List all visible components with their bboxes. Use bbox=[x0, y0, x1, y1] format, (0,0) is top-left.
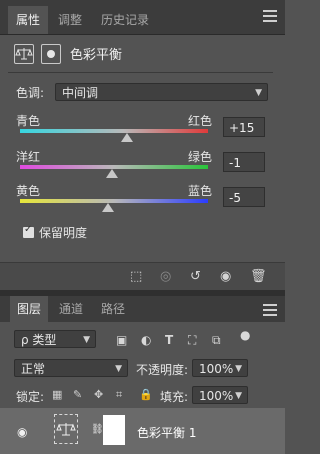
chevron-down-icon: ▼ bbox=[235, 391, 242, 401]
layer-row[interactable]: ◉ ⛓ 色彩平衡 1 bbox=[0, 408, 285, 454]
tone-value: 中间调 bbox=[62, 86, 99, 100]
slider-magenta-label: 洋红 bbox=[16, 150, 41, 164]
filter-pixel-icon[interactable]: ▣ bbox=[116, 333, 127, 347]
chevron-down-icon: ▼ bbox=[255, 88, 262, 98]
filter-smart-object-icon[interactable]: ⧉ bbox=[212, 333, 221, 348]
chevron-down-icon: ▼ bbox=[235, 364, 242, 374]
filter-adjustment-icon[interactable]: ◐ bbox=[141, 333, 151, 347]
opacity-label: 不透明度: bbox=[136, 363, 189, 377]
link-icon[interactable]: ⛓ bbox=[91, 424, 104, 435]
lock-label: 锁定: bbox=[16, 390, 45, 404]
properties-toolbar: ⬚ ◎ ↺ ◉ 🗑 bbox=[0, 262, 285, 291]
cyan-red-slider-track[interactable] bbox=[20, 129, 208, 133]
cyan-red-slider-thumb[interactable] bbox=[121, 133, 133, 142]
tone-select[interactable]: 中间调 ▼ bbox=[55, 83, 268, 101]
slider-red-label: 红色 bbox=[188, 114, 213, 128]
tab-channels[interactable]: 通道 bbox=[59, 296, 83, 322]
fill-value: 100% bbox=[199, 389, 234, 403]
blend-mode-value: 正常 bbox=[21, 362, 46, 376]
layer-mask-icon[interactable] bbox=[41, 44, 61, 64]
filter-shape-icon[interactable]: ⛶ bbox=[188, 333, 196, 348]
tab-paths[interactable]: 路径 bbox=[101, 296, 125, 322]
eye-icon[interactable]: ◉ bbox=[17, 425, 27, 439]
filter-type-icon[interactable]: T bbox=[165, 333, 173, 347]
clip-to-layer-icon[interactable]: ⬚ bbox=[130, 269, 142, 284]
tone-label: 色调: bbox=[16, 86, 45, 100]
chevron-down-icon: ▼ bbox=[115, 364, 122, 374]
layers-tab-bar: 图层 通道 路径 bbox=[0, 296, 285, 322]
chevron-down-icon: ▼ bbox=[83, 335, 90, 345]
cyan-red-value-input[interactable]: +15 bbox=[223, 117, 265, 137]
lock-image-pixels-icon[interactable]: ✎ bbox=[73, 388, 82, 401]
magenta-green-value-input[interactable]: -1 bbox=[223, 152, 265, 172]
fill-input[interactable]: 100% ▼ bbox=[192, 386, 248, 404]
opacity-input[interactable]: 100% ▼ bbox=[192, 359, 248, 377]
tab-layers[interactable]: 图层 bbox=[10, 296, 49, 322]
tab-adjustments[interactable]: 调整 bbox=[58, 6, 82, 34]
slider-blue-label: 蓝色 bbox=[188, 184, 213, 198]
opacity-value: 100% bbox=[199, 362, 234, 376]
layers-panel-menu-icon[interactable] bbox=[263, 304, 277, 319]
visibility-eye-icon[interactable]: ◉ bbox=[220, 269, 231, 284]
layer-filter-select[interactable]: ρ 类型 ▼ bbox=[14, 330, 96, 348]
divider bbox=[8, 72, 273, 73]
trash-icon[interactable]: 🗑 bbox=[250, 269, 267, 284]
tab-properties[interactable]: 属性 bbox=[8, 6, 49, 34]
slider-yellow-label: 黄色 bbox=[16, 184, 41, 198]
lock-position-icon[interactable]: ✥ bbox=[94, 388, 103, 401]
yellow-blue-value-input[interactable]: -5 bbox=[223, 187, 265, 207]
magenta-green-slider-thumb[interactable] bbox=[106, 169, 118, 178]
slider-green-label: 绿色 bbox=[188, 150, 213, 164]
adjustment-title: 色彩平衡 bbox=[70, 48, 123, 63]
properties-tab-bar: 属性 调整 历史记录 bbox=[0, 0, 285, 35]
blend-mode-select[interactable]: 正常 ▼ bbox=[14, 359, 128, 377]
yellow-blue-slider-thumb[interactable] bbox=[102, 203, 114, 212]
preserve-luminosity-label: 保留明度 bbox=[39, 226, 88, 240]
reset-icon[interactable]: ↺ bbox=[190, 269, 201, 284]
preserve-luminosity-checkbox[interactable] bbox=[23, 224, 34, 238]
view-previous-state-icon[interactable]: ◎ bbox=[160, 269, 171, 284]
slider-cyan-label: 青色 bbox=[16, 114, 41, 128]
yellow-blue-slider-track[interactable] bbox=[20, 199, 208, 203]
fill-label: 填充: bbox=[160, 390, 189, 404]
layer-name[interactable]: 色彩平衡 1 bbox=[137, 424, 196, 441]
adjustment-thumbnail[interactable] bbox=[54, 414, 78, 444]
color-balance-scale-icon bbox=[14, 44, 34, 64]
lock-artboard-icon[interactable]: ⌗ bbox=[116, 388, 122, 402]
filter-toggle-icon[interactable]: ● bbox=[240, 328, 250, 342]
lock-transparent-pixels-icon[interactable]: ▦ bbox=[52, 388, 62, 401]
layer-filter-value: ρ 类型 bbox=[21, 333, 57, 347]
panel-menu-icon[interactable] bbox=[263, 10, 277, 25]
lock-all-icon[interactable]: 🔒 bbox=[139, 388, 153, 401]
tab-history[interactable]: 历史记录 bbox=[101, 6, 149, 34]
layer-mask-thumbnail[interactable] bbox=[103, 415, 125, 445]
